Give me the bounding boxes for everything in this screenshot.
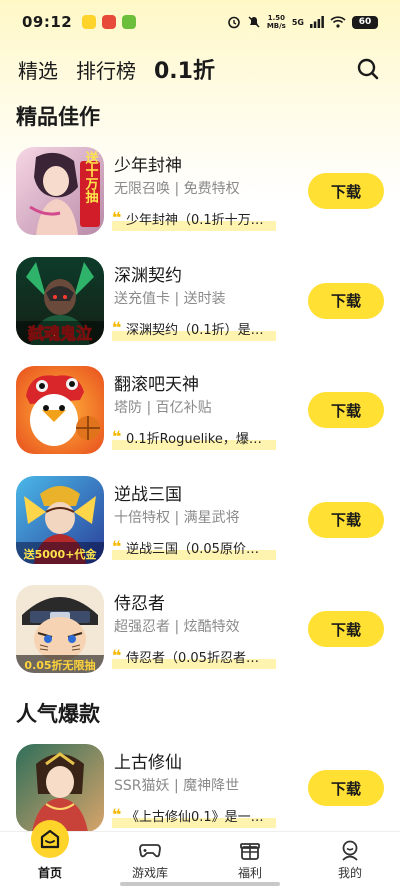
status-indicators: 1.50 MB/s 5G 60 xyxy=(227,14,378,30)
game-tags: 超强忍者 | 炫酷特效 xyxy=(114,619,240,635)
alarm-icon xyxy=(228,16,240,29)
quote-mark-icon: ❝ xyxy=(112,537,122,556)
nav-item-game-library[interactable]: 游戏库 xyxy=(100,832,200,889)
bottom-nav: 首页 游戏库 福利 我的 xyxy=(0,820,400,889)
game-name[interactable]: 侍忍者 xyxy=(114,589,165,614)
tab-featured[interactable]: 精选 xyxy=(18,55,58,84)
game-name[interactable]: 翻滚吧天神 xyxy=(114,370,199,395)
quote-mark-icon: ❝ xyxy=(112,428,122,446)
game-quote-text: 0.1折Roguelike，爆… xyxy=(126,432,262,447)
net-speed-unit: MB/s xyxy=(266,22,286,30)
game-row[interactable]: 0.05折无限抽 侍忍者 超强忍者 | 炫酷特效 ❝ 侍忍者（0.05折忍者… … xyxy=(0,581,400,691)
game-name[interactable]: 逆战三国 xyxy=(114,480,182,505)
notification-app-icon xyxy=(102,15,117,29)
game-tags: 塔防 | 百亿补贴 xyxy=(114,400,212,416)
icon-badge-text: 弑魂鬼泣 xyxy=(27,324,92,343)
signal-icon xyxy=(310,16,324,28)
search-button[interactable] xyxy=(354,55,382,83)
game-quote: ❝ 0.1折Roguelike，爆… xyxy=(112,428,276,450)
net-speed-value: 1.50 xyxy=(267,14,285,22)
download-button[interactable]: 下载 xyxy=(308,611,384,647)
game-tags: 无限召唤 | 免费特权 xyxy=(114,181,240,197)
icon-badge-text: 送5000+代金 xyxy=(23,547,98,561)
icon-badge-text: 0.05折无限抽 xyxy=(24,658,95,672)
download-button[interactable]: 下载 xyxy=(308,770,384,806)
game-quote-text: 侍忍者（0.05折忍者… xyxy=(126,651,259,666)
home-indicator xyxy=(120,882,280,886)
game-icon-nizhan-sanguo[interactable]: 送5000+代金 xyxy=(16,475,104,564)
signal-type: 5G xyxy=(291,17,304,27)
game-icon-fangun-tianshen[interactable] xyxy=(16,366,104,454)
nav-item-profile[interactable]: 我的 xyxy=(300,832,400,889)
tab-ranking[interactable]: 排行榜 xyxy=(76,55,136,84)
game-row[interactable]: 翻滚吧天神 塔防 | 百亿补贴 ❝ 0.1折Roguelike，爆… 下载 xyxy=(0,362,400,472)
battery-indicator: 60 xyxy=(352,15,378,29)
nav-label: 福利 xyxy=(237,866,262,880)
status-notification-icons xyxy=(82,15,137,29)
download-button[interactable]: 下载 xyxy=(308,173,384,209)
quote-mark-icon: ❝ xyxy=(112,318,122,337)
nav-item-benefits[interactable]: 福利 xyxy=(200,832,300,889)
game-tags: SSR猫妖 | 魔神降世 xyxy=(114,778,240,794)
game-quote-text: 《上古修仙0.1》是一… xyxy=(126,810,264,825)
gift-icon xyxy=(240,843,260,860)
download-button[interactable]: 下载 xyxy=(308,282,384,319)
game-quote: ❝ 少年封神（0.1折十万… xyxy=(112,209,276,231)
quote-mark-icon: ❝ xyxy=(112,647,122,665)
notification-app-icon xyxy=(82,15,97,29)
nav-label: 首页 xyxy=(37,866,62,880)
game-row[interactable]: 弑魂鬼泣 深渊契约 送充值卡 | 送时装 ❝ 深渊契约（0.1折）是… 下载 xyxy=(0,253,400,363)
game-icon-shenyuan-qiyue[interactable]: 弑魂鬼泣 xyxy=(16,256,104,345)
game-tags: 十倍特权 | 满星武将 xyxy=(114,509,240,526)
icon-badge-text: 送十万抽 xyxy=(83,150,100,204)
game-tags: 送充值卡 | 送时装 xyxy=(114,290,226,307)
game-quote: ❝ 深渊契约（0.1折）是… xyxy=(112,318,276,341)
game-name[interactable]: 深渊契约 xyxy=(114,261,182,286)
section-title-featured: 精品佳作 xyxy=(16,105,100,129)
featured-game-list: 送十万抽 少年封神 无限召唤 | 免费特权 ❝ 少年封神（0.1折十万… 下载 … xyxy=(0,143,400,691)
notification-app-icon xyxy=(122,15,137,29)
nav-label: 游戏库 xyxy=(131,866,168,880)
mute-icon xyxy=(248,16,260,28)
game-row[interactable]: 送十万抽 少年封神 无限召唤 | 免费特权 ❝ 少年封神（0.1折十万… 下载 xyxy=(0,143,400,253)
quote-mark-icon: ❝ xyxy=(112,209,122,227)
status-bar: 09:12 1.50 MB/s 5G 60 xyxy=(0,0,400,44)
download-button[interactable]: 下载 xyxy=(308,392,384,428)
game-name[interactable]: 少年封神 xyxy=(114,151,182,176)
net-speed: 1.50 MB/s xyxy=(267,14,286,30)
profile-icon xyxy=(342,840,358,861)
nav-item-home[interactable]: 首页 xyxy=(0,820,100,889)
download-button[interactable]: 下载 xyxy=(308,501,384,538)
game-quote-text: 深渊契约（0.1折）是… xyxy=(126,322,264,338)
tab-discount[interactable]: 0.1折 xyxy=(154,53,215,85)
wifi-icon xyxy=(330,16,346,28)
nav-label: 我的 xyxy=(337,866,362,880)
game-quote-text: 逆战三国（0.05原价… xyxy=(126,541,259,557)
game-quote: ❝ 逆战三国（0.05原价… xyxy=(112,537,276,560)
game-row[interactable]: 送5000+代金 逆战三国 十倍特权 | 满星武将 ❝ 逆战三国（0.05原价…… xyxy=(0,472,400,582)
gamepad-icon xyxy=(139,844,161,858)
game-icon-shaonian-fengshen[interactable]: 送十万抽 xyxy=(16,147,104,235)
game-quote: ❝ 《上古修仙0.1》是一… xyxy=(112,806,276,828)
game-icon-shanggu-xiuxian[interactable] xyxy=(16,744,104,832)
game-icon-shirenzhe[interactable]: 0.05折无限抽 xyxy=(16,585,104,673)
game-name[interactable]: 上古修仙 xyxy=(114,748,182,773)
status-time: 09:12 xyxy=(22,13,73,31)
search-icon xyxy=(357,58,379,80)
game-quote: ❝ 侍忍者（0.05折忍者… xyxy=(112,647,276,669)
top-tab-bar: 精选 排行榜 0.1折 xyxy=(0,48,400,90)
quote-mark-icon: ❝ xyxy=(112,806,122,824)
game-quote-text: 少年封神（0.1折十万… xyxy=(126,213,264,228)
home-icon xyxy=(31,820,69,858)
section-title-popular: 人气爆款 xyxy=(16,702,100,726)
